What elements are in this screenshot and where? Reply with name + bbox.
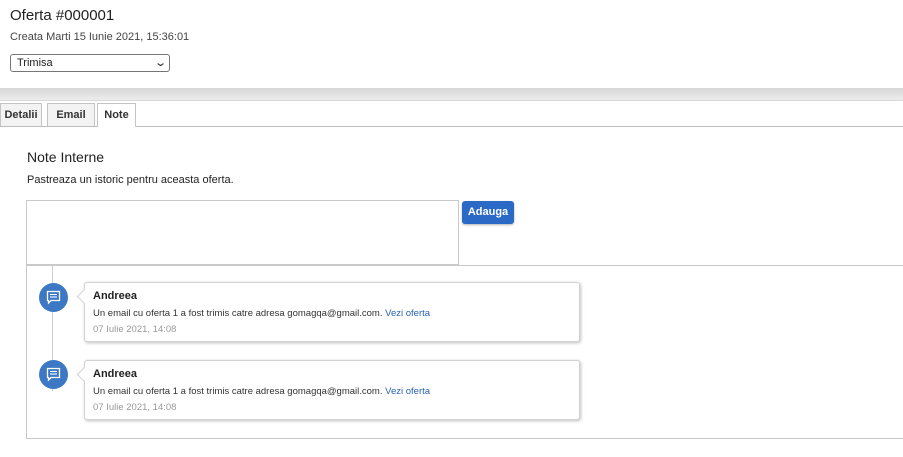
add-note-button[interactable]: Adauga bbox=[462, 201, 514, 224]
entry-author: Andreea bbox=[93, 290, 138, 302]
chevron-down-icon: ⌄ bbox=[153, 57, 167, 69]
view-offer-link[interactable]: Vezi oferta bbox=[385, 308, 430, 319]
page-title: Oferta #000001 bbox=[10, 7, 115, 24]
entry-timestamp: 07 Iulie 2021, 14:08 bbox=[93, 324, 177, 335]
entry-message: Un email cu oferta 1 a fost trimis catre… bbox=[93, 308, 430, 319]
entry-timestamp: 07 Iulie 2021, 14:08 bbox=[93, 402, 177, 413]
timeline-entry: Andreea Un email cu oferta 1 a fost trim… bbox=[76, 282, 580, 342]
status-select[interactable]: Trimisa ⌄ bbox=[10, 54, 170, 72]
comment-icon bbox=[39, 360, 68, 389]
created-date: Creata Marti 15 Iunie 2021, 15:36:01 bbox=[10, 31, 190, 43]
entry-message-text: Un email cu oferta 1 a fost trimis catre… bbox=[93, 386, 383, 397]
header-divider bbox=[0, 88, 903, 101]
comment-icon bbox=[39, 283, 68, 312]
section-title: Note Interne bbox=[27, 149, 105, 165]
view-offer-link[interactable]: Vezi oferta bbox=[385, 386, 430, 397]
tab-detalii[interactable]: Detalii bbox=[0, 103, 42, 126]
entry-author: Andreea bbox=[93, 368, 138, 380]
note-input[interactable] bbox=[26, 200, 459, 265]
section-description: Pastreaza un istoric pentru aceasta ofer… bbox=[27, 174, 234, 186]
tab-email[interactable]: Email bbox=[47, 103, 95, 126]
tab-bar: Detalii Email Note bbox=[0, 101, 903, 127]
entry-message-text: Un email cu oferta 1 a fost trimis catre… bbox=[93, 308, 383, 319]
timeline-entry: Andreea Un email cu oferta 1 a fost trim… bbox=[76, 360, 580, 420]
tab-note[interactable]: Note bbox=[97, 103, 136, 127]
entry-message: Un email cu oferta 1 a fost trimis catre… bbox=[93, 386, 430, 397]
status-select-value: Trimisa bbox=[17, 57, 53, 69]
page-header: Oferta #000001 Creata Marti 15 Iunie 202… bbox=[0, 0, 903, 88]
